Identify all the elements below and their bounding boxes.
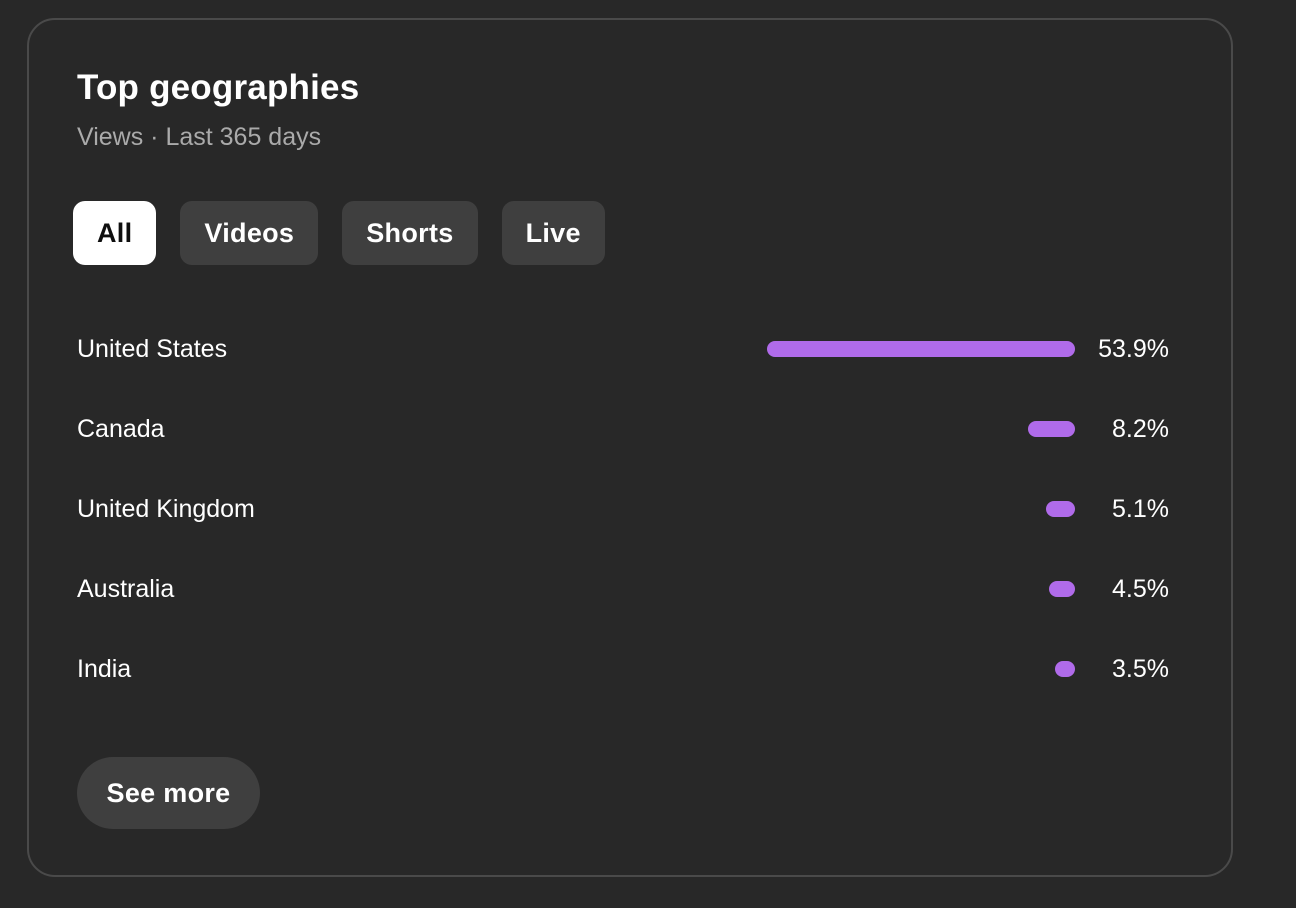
see-more-button[interactable]: See more	[77, 757, 260, 829]
geography-row-united-states: United States 53.9%	[77, 310, 1169, 390]
country-name: India	[77, 655, 132, 683]
share-percent: 5.1%	[1112, 495, 1169, 523]
share-bar	[1055, 661, 1075, 677]
geography-row-canada: Canada 8.2%	[77, 390, 1169, 470]
chip-live[interactable]: Live	[501, 201, 605, 265]
country-name: United States	[77, 335, 228, 363]
share-percent: 3.5%	[1112, 655, 1169, 683]
geography-row-india: India 3.5%	[77, 630, 1169, 710]
share-bar-track	[767, 661, 1075, 677]
geography-list: United States 53.9% Canada 8.2% United K…	[77, 310, 1169, 710]
share-percent: 53.9%	[1098, 335, 1169, 363]
share-bar-track	[767, 341, 1075, 357]
country-name: Australia	[77, 575, 175, 603]
share-bar	[1028, 421, 1075, 437]
share-bar	[1049, 581, 1075, 597]
chip-shorts[interactable]: Shorts	[342, 201, 478, 265]
card-title: Top geographies	[77, 68, 360, 107]
country-name: Canada	[77, 415, 165, 443]
top-geographies-card: Top geographies Views · Last 365 days Al…	[27, 18, 1233, 877]
chip-videos[interactable]: Videos	[180, 201, 319, 265]
share-bar	[1046, 501, 1075, 517]
share-percent: 8.2%	[1112, 415, 1169, 443]
chip-all[interactable]: All	[73, 201, 157, 265]
share-bar-track	[767, 501, 1075, 517]
card-subtitle: Views · Last 365 days	[77, 123, 322, 151]
geography-row-australia: Australia 4.5%	[77, 550, 1169, 630]
share-percent: 4.5%	[1112, 575, 1169, 603]
country-name: United Kingdom	[77, 495, 255, 523]
share-bar-track	[767, 421, 1075, 437]
share-bar	[767, 341, 1075, 357]
geography-row-united-kingdom: United Kingdom 5.1%	[77, 470, 1169, 550]
filter-chips: All Videos Shorts Live	[73, 201, 605, 265]
share-bar-track	[767, 581, 1075, 597]
